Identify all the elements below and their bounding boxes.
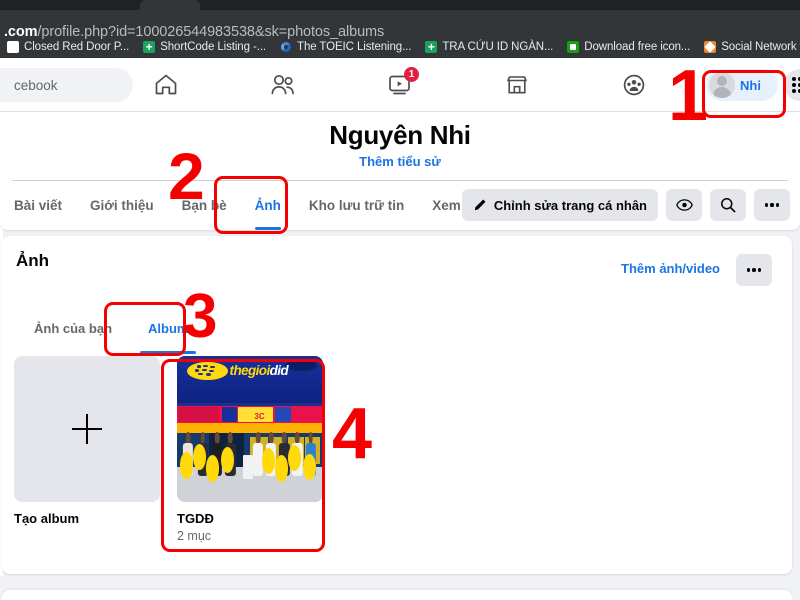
add-bio-link[interactable]: Thêm tiểu sử (0, 154, 800, 169)
tab-label: Kho lưu trữ tin (308, 198, 405, 213)
profile-more-button[interactable] (754, 189, 790, 221)
bookmark-item[interactable]: The TOEIC Listening... (273, 36, 418, 58)
home-icon[interactable] (140, 65, 192, 105)
bookmark-item[interactable]: + ShortCode Listing -... (136, 36, 273, 58)
create-album-card[interactable]: Tạo album (14, 356, 160, 543)
create-album-thumb[interactable] (14, 356, 160, 502)
bookmark-item[interactable]: Closed Red Door P... (0, 36, 136, 58)
photos-title: Ảnh (16, 251, 50, 270)
tab-posts[interactable]: Bài viết (0, 181, 76, 230)
eye-icon (675, 199, 693, 211)
address-bar[interactable]: .com/profile.php?id=100026544983538&sk=p… (0, 11, 800, 40)
white-square-icon (7, 41, 19, 53)
tab-label: Bài viết (14, 198, 63, 213)
tab-label: Giới thiệu (90, 198, 154, 213)
search-icon (721, 198, 736, 213)
annotation-box-2 (214, 176, 288, 234)
annotation-number-4: 4 (332, 394, 373, 474)
grid-menu-icon[interactable] (784, 69, 800, 101)
marketplace-icon[interactable] (491, 65, 543, 105)
search-button[interactable] (710, 189, 746, 221)
pencil-icon (474, 199, 486, 211)
video-icon[interactable]: 1 (374, 65, 426, 105)
annotation-number-2: 2 (168, 139, 205, 213)
friends-icon[interactable] (257, 65, 309, 105)
photos-more-button[interactable] (736, 254, 772, 286)
browser-chrome: .com/profile.php?id=100026544983538&sk=p… (0, 0, 800, 58)
blue-ring-icon (280, 41, 292, 53)
bookmark-label: The TOEIC Listening... (297, 41, 412, 53)
add-photo-video-link[interactable]: Thêm ảnh/video (621, 261, 720, 276)
video-badge: 1 (404, 67, 419, 82)
edit-profile-label: Chỉnh sửa trang cá nhân (493, 197, 647, 213)
profile-header-buttons: Chỉnh sửa trang cá nhân (461, 189, 790, 221)
bookmark-item[interactable]: Download free icon... (560, 36, 697, 58)
search-placeholder: cebook (14, 77, 58, 93)
green-cross-icon: + (143, 41, 156, 53)
subtab-label: Ảnh của bạn (34, 320, 113, 336)
green-square-icon (567, 41, 580, 53)
tab-story-archive[interactable]: Kho lưu trữ tin (295, 181, 418, 230)
annotation-number-1: 1 (668, 56, 709, 136)
groups-icon[interactable] (608, 65, 660, 105)
bookmark-label: ShortCode Listing -... (160, 41, 267, 53)
ellipsis-icon (746, 268, 762, 272)
green-cross-icon: + (425, 41, 438, 53)
annotation-box-4 (161, 359, 325, 552)
nav-icon-row: 1 (140, 58, 660, 112)
bookmark-item[interactable]: Social Network for... (697, 36, 800, 58)
orange-hex-icon (704, 41, 717, 53)
bookmark-label: Closed Red Door P... (24, 41, 130, 53)
tab-about[interactable]: Giới thiệu (76, 181, 168, 230)
search-input[interactable]: cebook (0, 68, 133, 102)
edit-profile-button[interactable]: Chỉnh sửa trang cá nhân (461, 189, 658, 221)
annotation-box-1 (702, 70, 786, 118)
screen-root: cebook 1 Nhi Nguyên Nhi Thêm tiểu sử Bài… (0, 0, 800, 600)
bookmark-item[interactable]: + TRA CỨU ID NGÀN... (418, 36, 560, 58)
annotation-number-3: 3 (183, 282, 218, 351)
bookmark-label: Download free icon... (584, 41, 691, 53)
photos-card: Ảnh Thêm ảnh/video Ảnh của bạn Album Tạo… (2, 236, 792, 574)
bookmarks-bar: Closed Red Door P... + ShortCode Listing… (0, 36, 800, 58)
browser-tab-strip[interactable] (0, 0, 800, 10)
annotation-box-3 (104, 302, 186, 356)
plus-icon (72, 414, 102, 444)
bookmark-label: Social Network for... (721, 41, 800, 53)
bottom-card-edge (2, 590, 792, 600)
bookmark-label: TRA CỨU ID NGÀN... (442, 41, 554, 53)
view-as-button[interactable] (666, 189, 702, 221)
ellipsis-icon (764, 203, 780, 207)
album-name: Tạo album (14, 511, 80, 526)
